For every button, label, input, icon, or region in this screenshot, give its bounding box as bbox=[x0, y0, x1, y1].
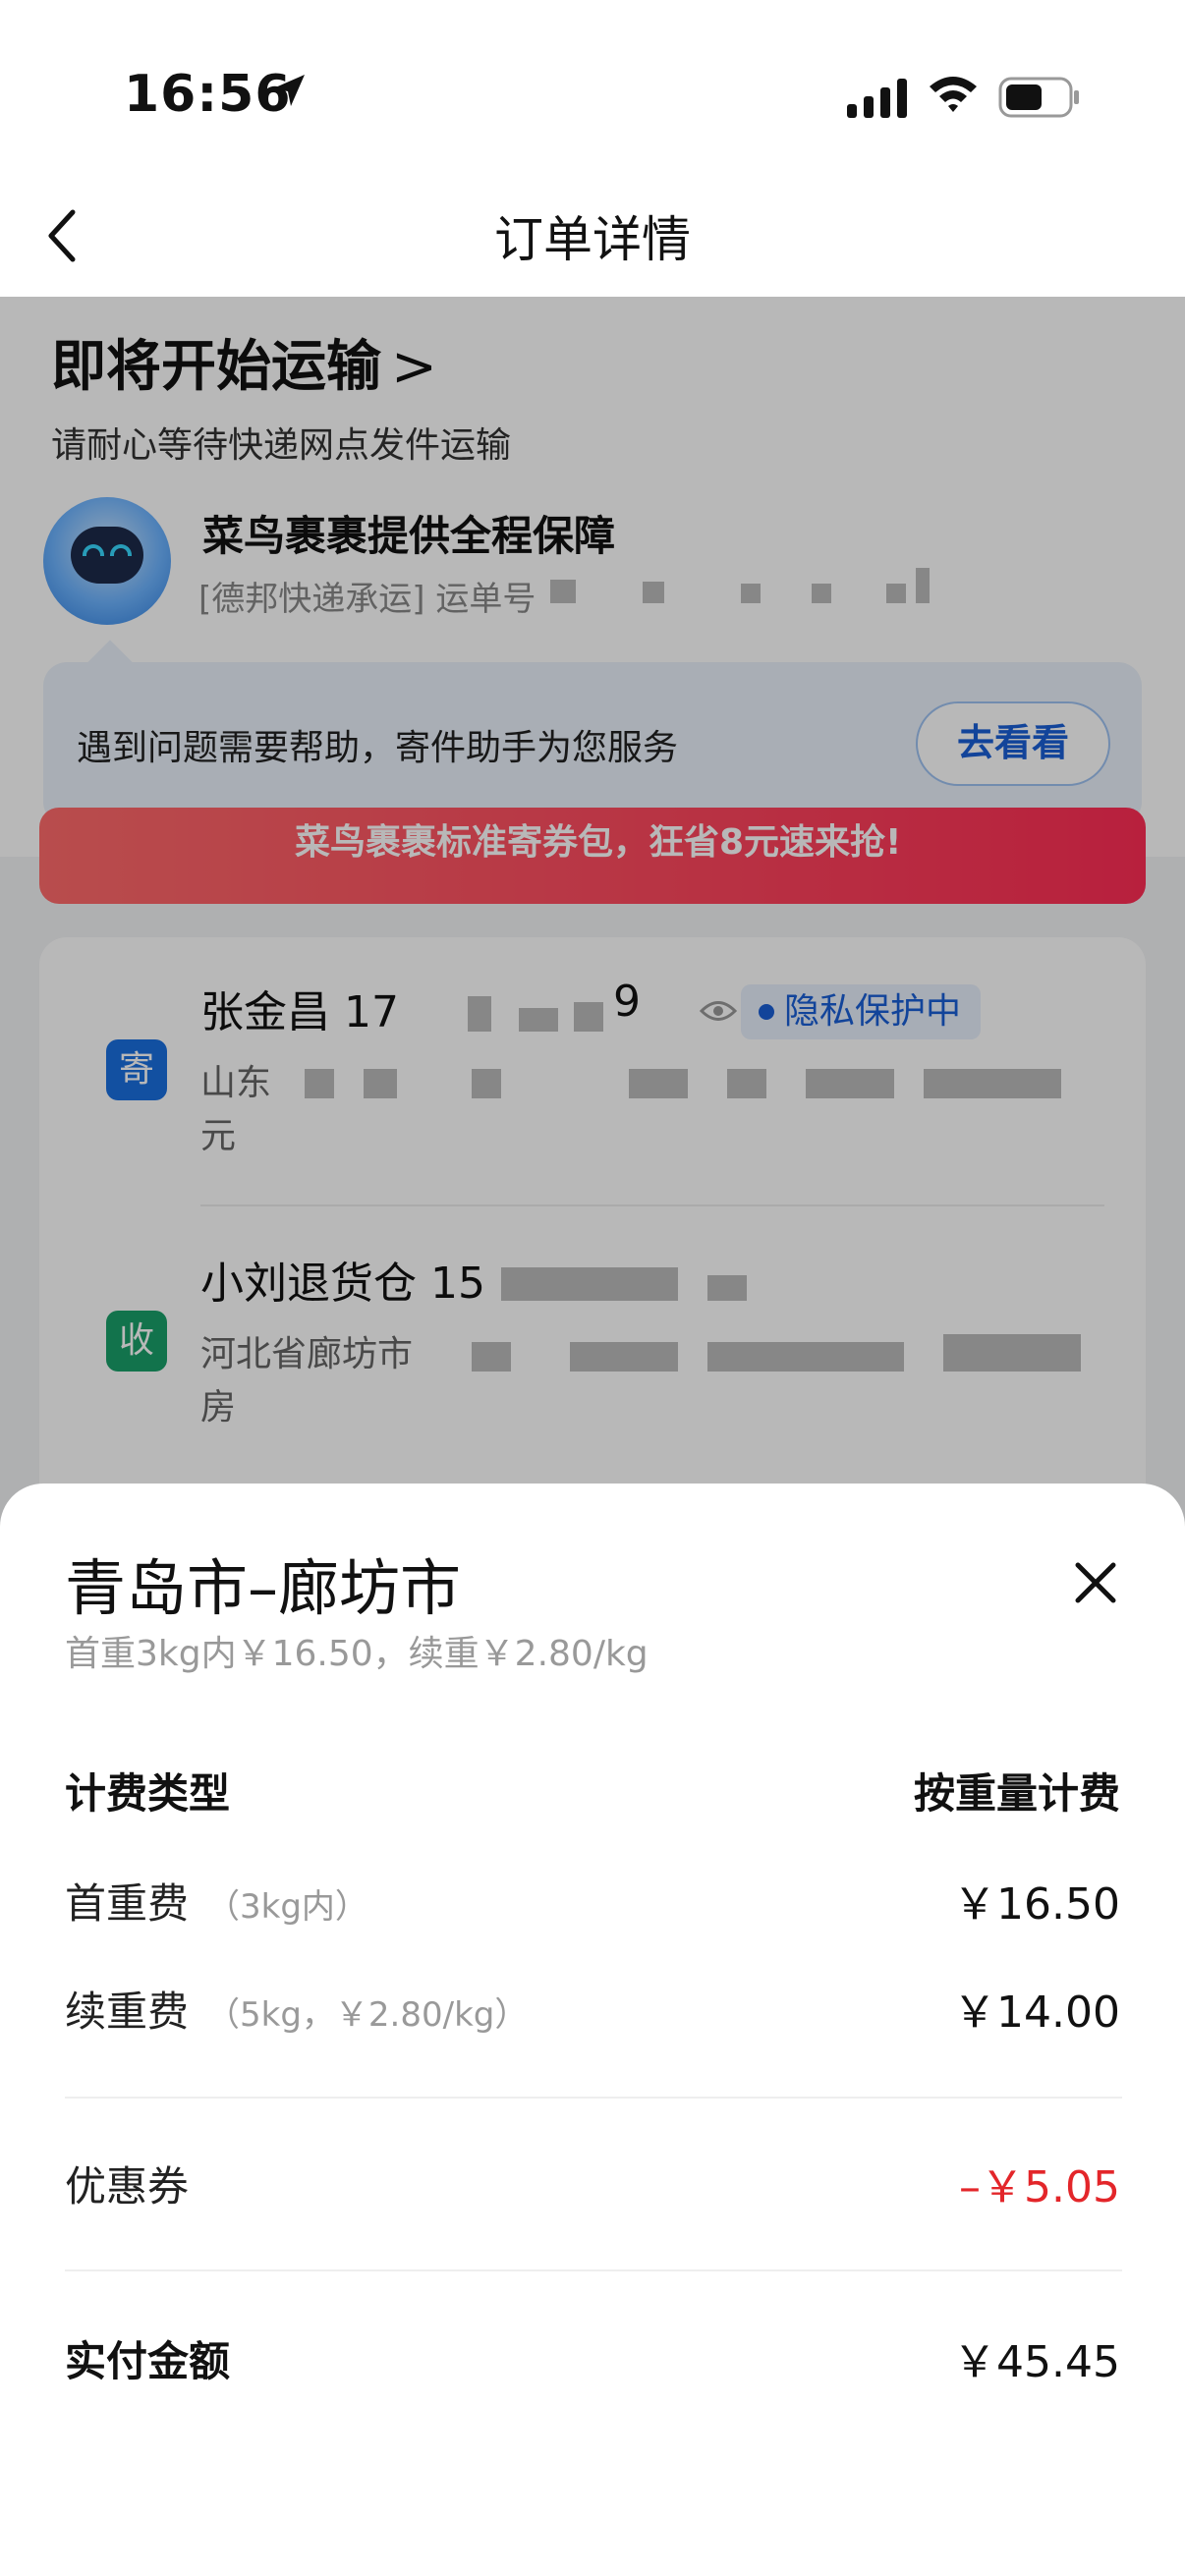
status-bar: 16:56 bbox=[0, 0, 1185, 177]
freight-detail-sheet: 青岛市–廊坊市 首重3kg内￥16.50，续重￥2.80/kg 计费类型 按重量… bbox=[0, 1484, 1185, 2576]
wifi-icon bbox=[930, 77, 977, 112]
billing-type-label: 计费类型 bbox=[65, 1769, 231, 1818]
additional-weight-fee-note: （5kg，￥2.80/kg） bbox=[206, 1995, 529, 2035]
amount-paid-value: ￥45.45 bbox=[953, 2337, 1120, 2387]
location-arrow-icon bbox=[273, 75, 305, 106]
route-title: 青岛市–廊坊市 bbox=[65, 1552, 462, 1624]
close-icon[interactable] bbox=[1073, 1560, 1118, 1605]
sheet-divider bbox=[65, 2097, 1122, 2099]
cellular-signal-icon bbox=[847, 79, 907, 118]
sheet-divider bbox=[65, 2269, 1122, 2271]
first-weight-fee-text: 首重费 bbox=[65, 1879, 190, 1928]
first-weight-fee-label: 首重费 （3kg内） bbox=[65, 1871, 368, 1931]
first-weight-fee-note: （3kg内） bbox=[206, 1887, 368, 1927]
coupon-label: 优惠券 bbox=[65, 2162, 190, 2211]
additional-weight-fee-value: ￥14.00 bbox=[953, 1988, 1120, 2038]
amount-paid-label: 实付金额 bbox=[65, 2337, 231, 2385]
status-time: 16:56 bbox=[124, 65, 292, 124]
page-title: 订单详情 bbox=[494, 211, 691, 268]
route-pricing-summary: 首重3kg内￥16.50，续重￥2.80/kg bbox=[65, 1634, 649, 1674]
first-weight-fee-value: ￥16.50 bbox=[953, 1879, 1120, 1930]
additional-weight-fee-text: 续重费 bbox=[65, 1988, 190, 2036]
billing-type-value: 按重量计费 bbox=[913, 1769, 1120, 1818]
battery-icon bbox=[998, 77, 1079, 118]
coupon-value: –￥5.05 bbox=[959, 2162, 1120, 2212]
additional-weight-fee-label: 续重费 （5kg，￥2.80/kg） bbox=[65, 1979, 528, 2039]
navigation-bar: 订单详情 bbox=[0, 177, 1185, 297]
